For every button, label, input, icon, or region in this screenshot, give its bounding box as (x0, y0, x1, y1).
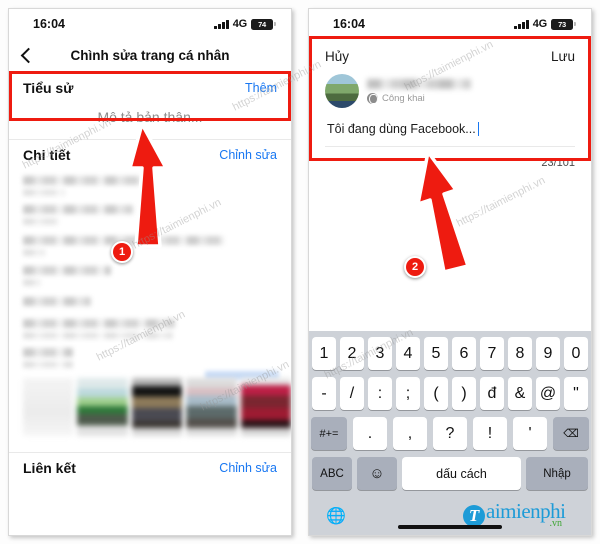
key[interactable]: @ (536, 377, 560, 410)
network-type-label: 4G (532, 18, 547, 30)
key[interactable]: ; (396, 377, 420, 410)
status-bar-right: 16:04 4G 73 (309, 9, 591, 39)
key[interactable]: 9 (536, 337, 560, 370)
signal-bars-icon (514, 19, 529, 29)
key[interactable]: 4 (396, 337, 420, 370)
links-section-header: Liên kết Chỉnh sửa (9, 453, 291, 483)
key[interactable]: 1 (312, 337, 336, 370)
details-section-title: Chi tiết (23, 147, 71, 163)
key[interactable]: ? (433, 417, 467, 450)
status-bar-left: 16:04 4G 74 (9, 9, 291, 39)
photo-thumb[interactable] (186, 378, 237, 436)
logo-tld: .vn (549, 518, 563, 529)
keyboard-row-1: 1 2 3 4 5 6 7 8 9 0 (312, 337, 588, 370)
key[interactable]: ! (473, 417, 507, 450)
signal-bars-icon (214, 19, 229, 29)
status-time: 16:04 (33, 17, 65, 31)
user-name-blurred (367, 78, 471, 89)
key[interactable]: 3 (368, 337, 392, 370)
key[interactable]: / (340, 377, 364, 410)
key[interactable]: " (564, 377, 588, 410)
text-caret (477, 122, 480, 136)
blurred-row (23, 279, 41, 286)
photo-thumb[interactable] (23, 378, 74, 436)
bio-section-header: Tiểu sử Thêm (9, 73, 291, 103)
page-title: Chình sửa trang cá nhân (70, 48, 230, 63)
status-indicators: 4G 73 (514, 18, 576, 30)
battery-icon: 74 (251, 18, 276, 30)
step-marker-2: 2 (404, 256, 426, 278)
bio-add-button[interactable]: Thêm (245, 81, 277, 95)
photo-thumb[interactable] (131, 378, 183, 436)
photo-strip (9, 374, 291, 442)
arrow-1 (128, 122, 168, 248)
screenshot-stage: 16:04 4G 74 Chình sửa trang cá nhân Tiểu… (0, 0, 600, 544)
keyboard-row-3: #+= . , ? ! ' ⌫ (311, 417, 589, 450)
blurred-row (23, 189, 65, 196)
composer-text-value: Tôi đang dùng Facebook... (327, 122, 476, 136)
blurred-row (23, 249, 45, 256)
blurred-row (23, 332, 173, 339)
photo-thumb[interactable] (77, 378, 128, 436)
key[interactable]: , (393, 417, 427, 450)
phone-left: 16:04 4G 74 Chình sửa trang cá nhân Tiểu… (8, 8, 292, 536)
status-time: 16:04 (333, 17, 365, 31)
home-indicator (398, 525, 502, 529)
keyboard-bottom-bar: 🌐 T aimienphi .vn (312, 497, 588, 535)
step-marker-1: 1 (111, 241, 133, 263)
navigation-bar: Chình sửa trang cá nhân (9, 39, 291, 73)
key[interactable]: ' (513, 417, 547, 450)
abc-key[interactable]: ABC (312, 457, 352, 490)
composer-toolbar: Hủy Lưu (309, 39, 591, 72)
cancel-button[interactable]: Hủy (325, 49, 349, 64)
backspace-icon[interactable]: ⌫ (553, 417, 589, 450)
key[interactable]: ( (424, 377, 448, 410)
keyboard-row-2: - / : ; ( ) đ & @ " (312, 377, 588, 410)
bio-section-title: Tiểu sử (23, 80, 74, 96)
blurred-row (23, 297, 91, 306)
avatar[interactable] (325, 74, 359, 108)
photo-thumb[interactable] (240, 378, 291, 436)
links-section-title: Liên kết (23, 460, 76, 476)
key[interactable]: 0 (564, 337, 588, 370)
key[interactable]: 2 (340, 337, 364, 370)
key[interactable]: 6 (452, 337, 476, 370)
key[interactable]: 8 (508, 337, 532, 370)
taimienphi-logo: T aimienphi .vn (463, 499, 578, 529)
globe-keyboard-icon[interactable]: 🌐 (326, 506, 346, 526)
privacy-selector[interactable]: Công khai (367, 92, 471, 104)
logo-mark: T (463, 505, 486, 527)
blurred-row (23, 218, 59, 225)
blurred-row (23, 266, 111, 275)
status-indicators: 4G 74 (214, 18, 276, 30)
key[interactable]: 7 (480, 337, 504, 370)
key[interactable]: ) (452, 377, 476, 410)
save-button[interactable]: Lưu (551, 49, 575, 64)
on-screen-keyboard: 1 2 3 4 5 6 7 8 9 0 - / : ; ( ) đ & @ " … (309, 331, 591, 535)
blurred-row (23, 348, 73, 357)
network-type-label: 4G (232, 18, 247, 30)
links-edit-button[interactable]: Chỉnh sửa (219, 461, 277, 475)
battery-icon: 73 (551, 18, 576, 30)
blurred-row (23, 361, 73, 368)
key[interactable]: : (368, 377, 392, 410)
keyboard-row-4: ABC ☺ dấu cách Nhập (312, 457, 588, 490)
key[interactable]: 5 (424, 337, 448, 370)
composer-identity: Công khai (309, 72, 591, 114)
space-key[interactable]: dấu cách (402, 457, 521, 490)
emoji-icon[interactable]: ☺ (357, 457, 397, 490)
composer-textarea[interactable]: Tôi đang dùng Facebook... (309, 114, 591, 136)
globe-icon (367, 92, 378, 104)
enter-key[interactable]: Nhập (526, 457, 588, 490)
key[interactable]: . (353, 417, 387, 450)
privacy-label: Công khai (382, 92, 425, 104)
key[interactable]: & (508, 377, 532, 410)
key[interactable]: đ (480, 377, 504, 410)
details-edit-button[interactable]: Chỉnh sửa (219, 148, 277, 162)
symbols-key[interactable]: #+= (311, 417, 347, 450)
identity-column: Công khai (367, 78, 471, 104)
key[interactable]: - (312, 377, 336, 410)
blurred-row (23, 319, 175, 328)
